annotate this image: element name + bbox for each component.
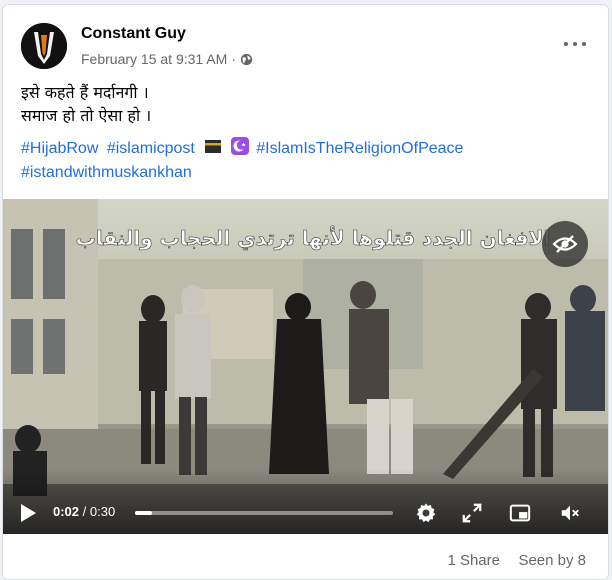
- miniplayer-icon[interactable]: [509, 502, 531, 524]
- post-card: Constant Guy February 15 at 9:31 AM · इस…: [2, 4, 609, 580]
- hashtag-link[interactable]: #IslamIsTheReligionOfPeace: [256, 140, 463, 157]
- kaaba-emoji: [205, 140, 222, 153]
- hashtag-link[interactable]: #istandwithmuskankhan: [21, 164, 192, 181]
- avatar[interactable]: [21, 23, 67, 69]
- video-frame: الافغان الجدد قتلوها لأنها ترتدي الحجاب …: [3, 199, 608, 534]
- hashtag-link[interactable]: #HijabRow: [21, 140, 98, 157]
- eye-slash-icon[interactable]: [542, 221, 588, 267]
- fullscreen-icon[interactable]: [461, 502, 483, 524]
- post-meta: February 15 at 9:31 AM ·: [81, 51, 253, 67]
- hashtags: #HijabRow #islamicpost #IslamIsTheReligi…: [21, 137, 588, 185]
- post-header: Constant Guy February 15 at 9:31 AM ·: [21, 19, 608, 71]
- tilak-logo: [21, 23, 67, 69]
- post-footer: 1 Share Seen by 8: [3, 545, 608, 579]
- meta-separator: ·: [231, 51, 236, 67]
- more-options-icon[interactable]: [564, 39, 586, 49]
- post-timestamp[interactable]: February 15 at 9:31 AM: [81, 51, 227, 67]
- video-time: 0:02 / 0:30: [53, 504, 115, 519]
- settings-icon[interactable]: [415, 502, 437, 524]
- post-text-line: इसे कहते हैं मर्दानगी ।: [21, 83, 149, 102]
- video-overlay-text: الافغان الجدد قتلوها لأنها ترتدي الحجاب …: [76, 225, 551, 251]
- crescent-moon-emoji: [230, 137, 249, 155]
- video-player[interactable]: الافغان الجدد قتلوها لأنها ترتدي الحجاب …: [3, 199, 608, 534]
- video-progress-bar[interactable]: [135, 511, 393, 515]
- time-separator: /: [79, 504, 90, 519]
- globe-icon[interactable]: [240, 53, 253, 66]
- play-icon[interactable]: [17, 502, 39, 524]
- author-name[interactable]: Constant Guy: [81, 25, 186, 43]
- video-progress-fill: [135, 511, 153, 515]
- share-count[interactable]: 1 Share: [447, 552, 500, 569]
- hashtag-link[interactable]: #islamicpost: [107, 140, 195, 157]
- current-time: 0:02: [53, 504, 80, 519]
- video-controls: 0:02 / 0:30: [3, 492, 608, 534]
- post-text: इसे कहते हैं मर्दानगी । समाज हो तो ऐसा ह…: [21, 81, 588, 127]
- seen-by-count[interactable]: Seen by 8: [518, 552, 586, 569]
- post-text-line: समाज हो तो ऐसा हो ।: [21, 106, 152, 125]
- muted-speaker-icon[interactable]: [559, 502, 581, 524]
- duration: 0:30: [89, 504, 116, 519]
